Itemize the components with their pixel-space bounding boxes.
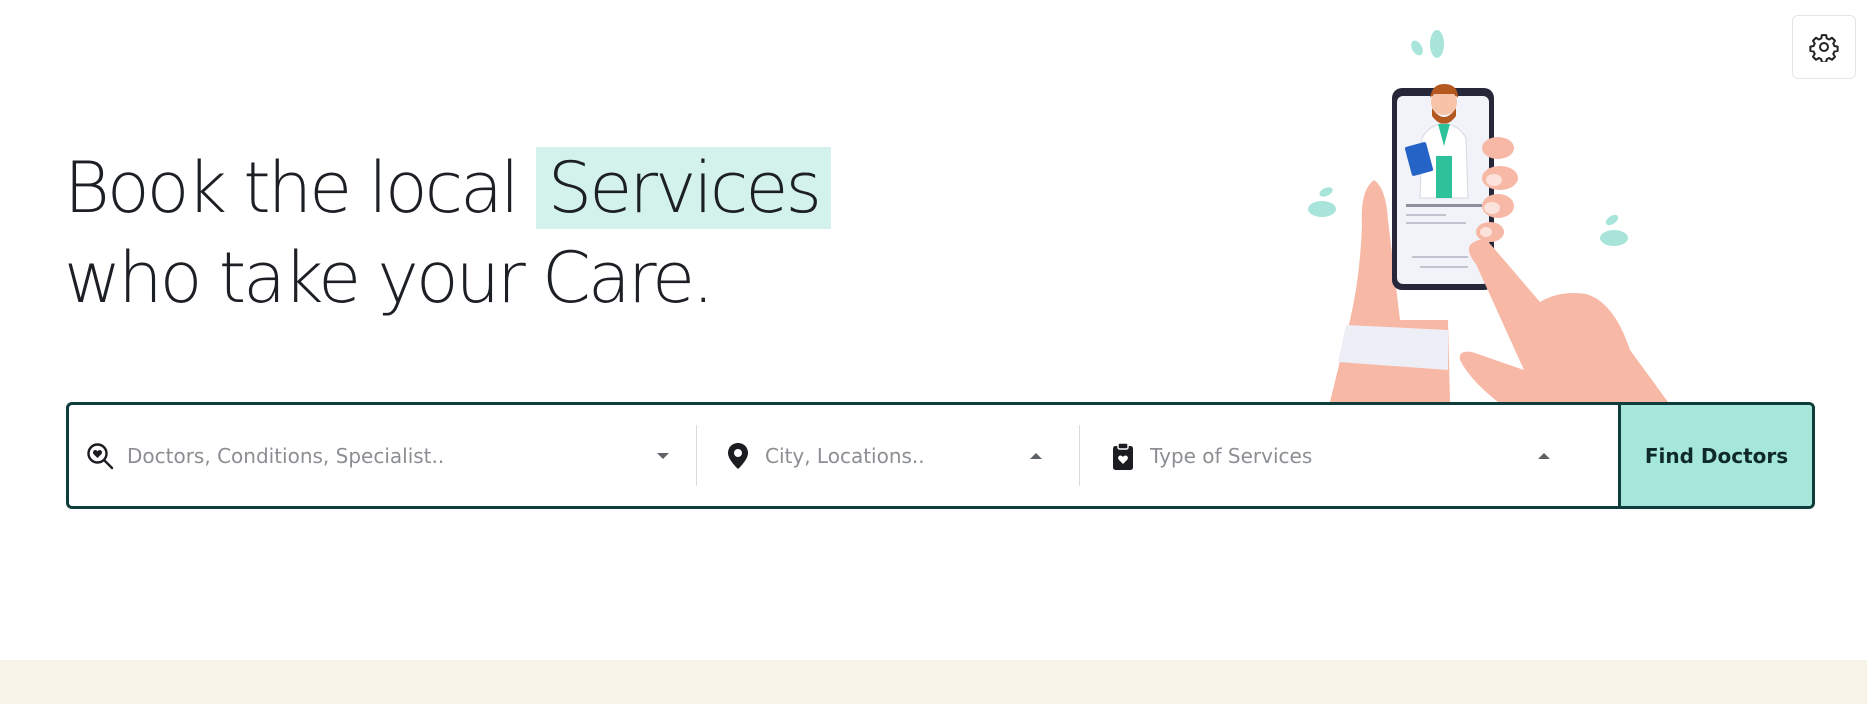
doctors-search-input[interactable] xyxy=(127,443,567,468)
hero-line2: who take your Care. xyxy=(64,237,714,319)
service-type-field[interactable] xyxy=(1080,405,1618,506)
city-dropdown-caret-icon[interactable] xyxy=(1030,452,1042,459)
settings-button[interactable] xyxy=(1792,15,1856,79)
doctors-dropdown-caret-icon[interactable] xyxy=(657,452,669,459)
doctors-field[interactable] xyxy=(69,405,696,506)
doctor-search-icon xyxy=(85,441,115,471)
hero-line1-prefix: Book the local xyxy=(64,147,536,229)
city-input[interactable] xyxy=(765,443,1005,468)
clipboard-heart-icon xyxy=(1108,441,1138,471)
hero-title: Book the local Services who take your Ca… xyxy=(64,143,831,323)
next-section-band xyxy=(0,660,1867,704)
service-dropdown-caret-icon[interactable] xyxy=(1538,452,1550,459)
hero-highlight: Services xyxy=(535,147,831,229)
location-pin-icon xyxy=(723,441,753,471)
city-field[interactable] xyxy=(697,405,1079,506)
page: Book the local Services who take your Ca… xyxy=(0,0,1867,704)
service-type-input[interactable] xyxy=(1150,443,1530,468)
doctor-phone-illustration xyxy=(1308,30,1668,402)
gear-icon xyxy=(1809,34,1839,62)
search-bar: Find Doctors xyxy=(66,402,1815,509)
find-doctors-button[interactable]: Find Doctors xyxy=(1618,405,1812,506)
